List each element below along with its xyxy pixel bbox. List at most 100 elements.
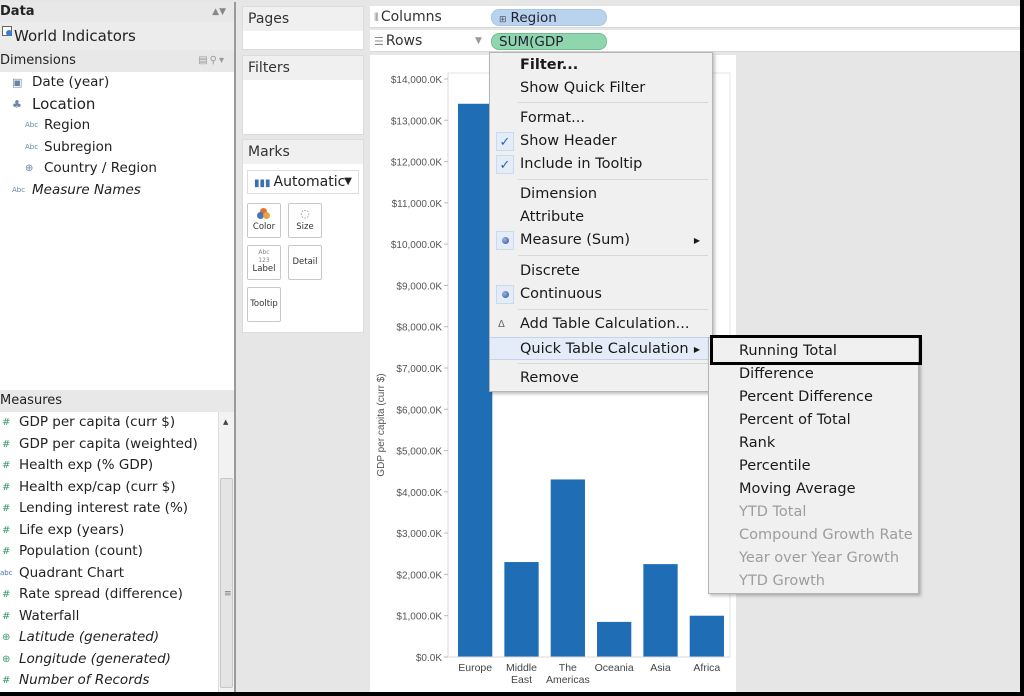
chevron-down-icon[interactable]: ▼ [475,30,482,52]
y-tick-label: $3,000.0K [396,529,442,540]
menu-item-format[interactable]: Format... [490,107,712,130]
bar-asia [643,564,678,657]
measure-field[interactable]: # Number of Records [0,670,218,692]
abc-string-icon: Abc [12,185,26,194]
submenu-item-difference[interactable]: Difference [709,363,918,386]
y-tick-label: $13,000.0K [391,116,442,127]
columns-shelf[interactable]: ⦀ Columns ⊞ Region [370,6,1020,28]
measure-field[interactable]: # Health exp (% GDP) [0,455,218,477]
region-pill[interactable]: ⊞ Region [491,9,607,26]
y-tick-label: $0.0K [416,653,442,664]
menu-item-filter[interactable]: Filter... [490,54,712,77]
y-axis-title: GDP per capita (curr $) [376,373,387,476]
y-tick-label: $11,000.0K [392,199,443,210]
x-category-label: East [511,674,532,686]
detail-button[interactable]: Detail [288,245,322,280]
menu-separator [518,363,708,364]
measure-field[interactable]: # Health exp/cap (curr $) [0,477,218,499]
label-button[interactable]: Abc 123 Label [247,245,281,280]
marks-title: Marks [243,140,363,164]
tooltip-button[interactable]: Tooltip [247,287,281,322]
color-button[interactable]: Color [247,203,281,238]
datasource-name: World Indicators [14,27,136,45]
menu-separator [518,255,708,256]
scrollbar-thumb[interactable]: ≡ [220,478,233,688]
menu-item-include-tooltip[interactable]: ✓ Include in Tooltip [490,153,712,176]
delta-icon: Δ [498,319,505,330]
measure-field[interactable]: # Waterfall [0,606,218,628]
y-tick-label: $9,000.0K [396,281,442,292]
measure-field[interactable]: # Population (count) [0,541,218,563]
measures-scrollbar[interactable]: ▲ ≡ [218,412,234,692]
x-category-label: Europe [458,662,492,674]
submenu-arrow-icon: ▶ [693,345,700,354]
menu-item-dimension[interactable]: Dimension [490,183,712,206]
y-tick-label: $4,000.0K [396,488,442,499]
menu-item-quick-table-calc[interactable]: Quick Table Calculation ▶ [490,337,712,360]
menu-separator [518,179,708,180]
mark-buttons: Color ◌ Size Abc 123 Label Detail Toolti… [243,198,363,327]
checkmark-icon: ✓ [496,132,514,151]
number-icon: # [2,481,11,493]
submenu-item-year-over-year-growth: Year over Year Growth [739,550,900,566]
data-pane-header: Data ▲▼ [0,2,234,22]
measures-list-container: # GDP per capita (curr $) # GDP per capita… [0,412,218,692]
measures-list: # GDP per capita (curr $) # GDP per capita… [0,412,218,692]
submenu-item-percent-difference[interactable]: Percent Difference [709,386,918,409]
label-abc-icon: Abc 123 [258,249,270,264]
number-icon: # [2,460,11,471]
mark-type-dropdown[interactable]: ▮▮▮ Automatic ▼ [247,170,359,194]
pane-pin-icon[interactable]: ▲▼ [212,2,226,22]
submenu-item-rank[interactable]: Rank [709,432,918,455]
menu-item-show-header[interactable]: ✓ Show Header [490,130,712,153]
dimension-field[interactable]: Abc Region [0,115,234,137]
menu-item-continuous[interactable]: Continuous [490,283,712,306]
rows-label: ☰ Rows [374,33,423,49]
pages-card[interactable]: Pages [242,6,364,50]
bar-africa [689,615,724,657]
measure-field[interactable]: # Rate spread (difference) [0,584,218,606]
number-icon: # [2,589,11,600]
number-icon: # [2,546,11,557]
menu-item-show-quick-filter[interactable]: Show Quick Filter [490,77,712,100]
menu-item-add-table-calc[interactable]: Δ Add Table Calculation... [490,313,712,336]
x-category-label: Africa [693,662,720,674]
measure-field[interactable]: abc Quadrant Chart [0,563,218,585]
dimension-field[interactable]: Abc Measure Names [0,180,234,202]
dimension-field[interactable]: ▣ Date (year) [0,72,234,94]
search-icon: ⚲ [209,55,219,66]
submenu-item-percentile[interactable]: Percentile [709,455,918,478]
submenu-item-percent-of-total[interactable]: Percent of Total [709,409,918,432]
sum-gdp-pill[interactable]: SUM(GDP per..▼ [491,33,607,67]
size-icon: ◌ [300,207,310,220]
measure-field[interactable]: # Life exp (years) [0,520,218,542]
dimension-field[interactable]: ⊕ Country / Region [0,158,234,180]
x-category-label: Asia [650,662,671,674]
submenu-item-moving-average[interactable]: Moving Average [709,478,918,501]
measure-field[interactable]: # GDP per capita (curr $) [0,412,218,434]
rows-shelf[interactable]: ☰Rows ▼ SUM(GDP per..▼ [370,30,1020,67]
number-icon: # [2,417,11,428]
menu-item-remove[interactable]: Remove [490,367,712,390]
submenu-item-ytd-total: YTD Total [739,504,807,520]
number-icon: # [2,675,11,686]
menu-separator [518,102,708,103]
menu-item-discrete[interactable]: Discrete [490,260,712,283]
measure-field[interactable]: ⊕ Longitude (generated) [0,649,218,671]
filters-card[interactable]: Filters [242,55,364,135]
size-button[interactable]: ◌ Size [288,203,322,238]
dimensions-tools[interactable]: ▤⚲▾ [198,50,226,72]
filters-title: Filters [243,56,363,80]
scroll-up-arrow-icon[interactable]: ▲ [223,418,228,426]
measure-field[interactable]: # Lending interest rate (%) [0,498,218,520]
measure-field[interactable]: ⊕ Latitude (generated) [0,627,218,649]
datasource-item[interactable]: World Indicators [0,22,234,50]
menu-item-attribute[interactable]: Attribute [490,206,712,229]
radio-selected-icon [496,285,514,304]
tableau-window: Data ▲▼ World Indicators Dimensions ▤⚲▾ … [0,0,1020,692]
menu-item-measure-sum[interactable]: Measure (Sum) ▶ [490,229,712,252]
dimension-field[interactable]: Abc Subregion [0,137,234,159]
measure-field[interactable]: # GDP per capita (weighted) [0,434,218,456]
dimension-field[interactable]: ♣ Location [0,94,234,116]
quick-table-calc-submenu: Running Total Difference Percent Differe… [708,337,919,594]
